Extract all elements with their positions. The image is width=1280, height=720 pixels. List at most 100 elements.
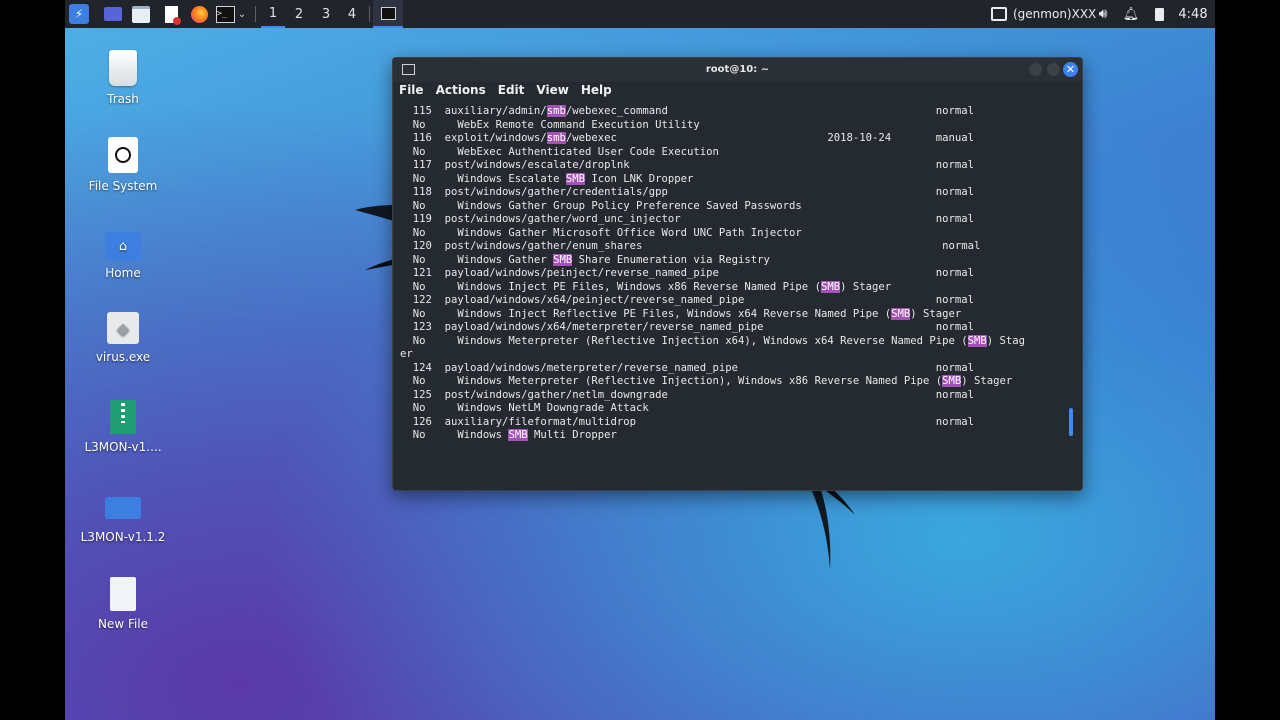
menu-help[interactable]: Help <box>581 83 612 101</box>
terminal-line: No Windows Escalate SMB Icon LNK Dropper <box>400 172 694 185</box>
terminal-menubar: File Actions Edit View Help <box>399 83 612 101</box>
desktop-icon-label: Home <box>105 266 141 280</box>
terminal-line: No Windows Inject Reflective PE Files, W… <box>400 307 962 320</box>
app-menu-button[interactable]: ⚡ <box>67 0 91 28</box>
terminal-line: 123 payload/windows/x64/meterpreter/reve… <box>400 321 975 333</box>
terminal-line: 122 payload/windows/x64/peinject/reverse… <box>400 294 975 306</box>
close-icon: ✕ <box>1065 63 1076 76</box>
text-editor-icon <box>164 5 181 25</box>
battery-icon <box>1154 7 1164 21</box>
workspace-2[interactable]: 2 <box>287 0 311 28</box>
folder-icon <box>132 5 150 23</box>
desktop-icon-file-system[interactable]: File System <box>68 137 178 193</box>
terminal-icon <box>380 6 396 20</box>
terminal-line: 117 post/windows/escalate/droplnk normal <box>400 159 975 171</box>
terminal-line: 125 post/windows/gather/netlm_downgrade … <box>400 388 975 401</box>
terminal-line: 115 auxiliary/admin/smb/webexec_command … <box>400 105 975 117</box>
terminal-line: 119 post/windows/gather/word_unc_injecto… <box>400 213 975 225</box>
archive-icon <box>110 400 136 434</box>
desktop-icon-label: New File <box>97 617 149 631</box>
workspace-1[interactable]: 1 <box>261 0 285 28</box>
terminal-line: 124 payload/windows/meterpreter/reverse_… <box>400 361 975 374</box>
terminal-line: No Windows Meterpreter (Reflective Injec… <box>400 334 1026 347</box>
search-highlight: SMB <box>553 253 573 266</box>
text-editor-launcher[interactable] <box>159 0 183 28</box>
show-desktop-button[interactable] <box>101 0 125 28</box>
network-monitor-button[interactable] <box>989 0 1009 28</box>
terminal-window[interactable]: root@10: ~ ✕ File Actions Edit View Help… <box>392 57 1083 491</box>
close-button[interactable]: ✕ <box>1063 62 1078 77</box>
terminal-line: No Windows Gather Microsoft Office Word … <box>400 226 802 239</box>
file-manager-launcher[interactable] <box>129 0 153 28</box>
bell-icon: 🔔︎ <box>1122 6 1140 22</box>
drive-icon <box>108 137 138 173</box>
terminal-line: No Windows NetLM Downgrade Attack <box>400 402 649 414</box>
terminal-line: No Windows Gather SMB Share Enumeration … <box>400 253 770 266</box>
volume-button[interactable]: 🔊︎ <box>1093 0 1113 28</box>
terminal-line: 116 exploit/windows/smb/webexec 2018-10-… <box>400 132 975 144</box>
desktop-icon-home[interactable]: ⌂ Home <box>68 232 178 280</box>
search-highlight: SMB <box>891 307 911 320</box>
chevron-down-icon: ⌄ <box>237 8 247 20</box>
terminal-line: 126 auxiliary/fileformat/multidrop norma… <box>400 415 975 428</box>
terminal-line: 121 payload/windows/peinject/reverse_nam… <box>400 267 975 279</box>
notifications-button[interactable]: 🔔︎ <box>1121 0 1141 28</box>
terminal-scrollbar[interactable] <box>1069 408 1073 436</box>
top-panel: ⚡ >_ ⌄ 1 2 3 4 (genmon)XXX 🔊︎ 🔔︎ 4:48 <box>65 0 1215 28</box>
maximize-button[interactable] <box>1047 63 1060 76</box>
terminal-line: 120 post/windows/gather/enum_shares norm… <box>400 240 981 252</box>
menu-edit[interactable]: Edit <box>498 83 525 101</box>
search-highlight: SMB <box>508 429 528 441</box>
menu-view[interactable]: View <box>536 83 568 101</box>
speaker-icon: 🔊︎ <box>1098 6 1108 22</box>
firefox-launcher[interactable] <box>187 0 211 28</box>
desktop-icon-label: Trash <box>107 92 139 106</box>
terminal-line: No Windows Inject PE Files, Windows x86 … <box>400 280 892 293</box>
search-highlight: SMB <box>565 172 585 185</box>
desktop-icon <box>104 7 122 21</box>
terminal-icon: >_ <box>215 5 235 23</box>
menu-actions[interactable]: Actions <box>436 83 486 101</box>
terminal-launcher[interactable]: >_ <box>215 0 235 28</box>
search-highlight: smb <box>546 105 566 117</box>
firefox-icon <box>190 5 208 23</box>
executable-icon: ◆ <box>107 312 139 344</box>
terminal-line: No Windows Meterpreter (Reflective Injec… <box>400 375 1013 387</box>
desktop-icon-l3mon-zip[interactable]: L3MON-v1.... <box>68 400 178 454</box>
power-manager-button[interactable] <box>1149 0 1169 28</box>
search-highlight: SMB <box>820 280 841 293</box>
desktop-icon-label: L3MON-v1.... <box>84 440 162 454</box>
monitor-icon <box>991 7 1007 21</box>
terminal-line: No WebExec Authenticated User Code Execu… <box>400 145 719 158</box>
desktop-icon-l3mon-folder[interactable]: L3MON-v1.1.2 <box>68 497 178 544</box>
menu-file[interactable]: File <box>399 83 424 101</box>
desktop-icon-trash[interactable]: Trash <box>68 50 178 106</box>
desktop: ⚡ >_ ⌄ 1 2 3 4 (genmon)XXX 🔊︎ 🔔︎ 4:48 Tr… <box>65 0 1215 720</box>
desktop-icon-virus-exe[interactable]: ◆ virus.exe <box>68 312 178 364</box>
terminal-line: 118 post/windows/gather/credentials/gpp … <box>400 186 975 198</box>
terminal-line: No Windows SMB Multi Dropper <box>400 429 617 441</box>
folder-icon <box>105 497 141 519</box>
terminal-launcher-dropdown[interactable]: ⌄ <box>235 0 249 28</box>
kali-dragon-icon: ⚡ <box>69 4 89 24</box>
genmon-label[interactable]: (genmon)XXX <box>1013 0 1096 28</box>
trash-icon <box>109 50 137 86</box>
taskbar-window-terminal[interactable] <box>373 0 403 28</box>
clock[interactable]: 4:48 <box>1173 0 1213 28</box>
terminal-line: er <box>400 348 413 360</box>
desktop-icon-label: L3MON-v1.1.2 <box>80 530 166 544</box>
terminal-line: No Windows Gather Group Policy Preferenc… <box>400 199 802 212</box>
desktop-icon-label: virus.exe <box>95 350 151 364</box>
workspace-4[interactable]: 4 <box>340 0 364 28</box>
desktop-icon-label: File System <box>88 179 158 193</box>
search-highlight: SMB <box>942 375 962 387</box>
minimize-button[interactable] <box>1029 63 1042 76</box>
text-file-icon <box>110 577 136 611</box>
window-title: root@10: ~ <box>705 64 770 75</box>
terminal-titlebar[interactable]: root@10: ~ ✕ <box>393 58 1082 82</box>
search-highlight: smb <box>546 132 566 144</box>
desktop-icon-new-file[interactable]: New File <box>68 577 178 631</box>
terminal-output[interactable]: 115 auxiliary/admin/smb/webexec_command … <box>400 105 1060 485</box>
home-folder-icon: ⌂ <box>105 232 141 260</box>
workspace-3[interactable]: 3 <box>314 0 338 28</box>
